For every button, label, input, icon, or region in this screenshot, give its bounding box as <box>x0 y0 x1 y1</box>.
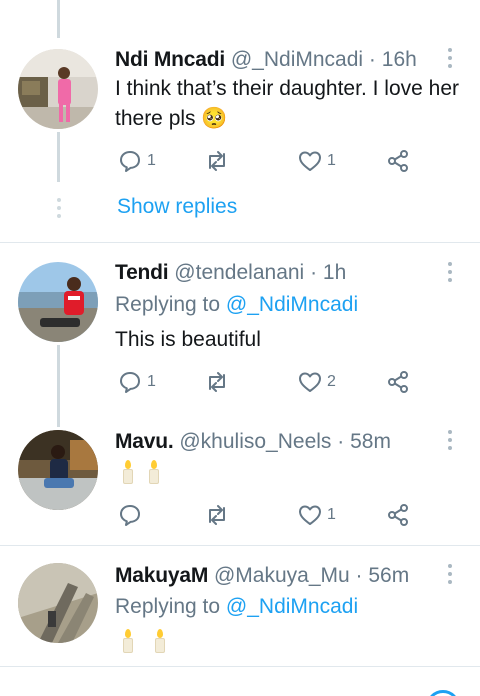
separator: · <box>355 564 363 587</box>
tweet-text: This is beautiful <box>115 328 261 351</box>
tweet-header: Ndi Mncadi @_NdiMncadi · 16h <box>115 47 417 73</box>
retweet-button[interactable] <box>205 502 234 528</box>
user-handle[interactable]: @khuliso_Neels <box>179 430 331 453</box>
tweet-text: I think that’s their daughter. I love he… <box>115 77 459 130</box>
candle-emoji <box>154 629 166 653</box>
like-icon <box>299 372 321 392</box>
display-name[interactable]: Mavu. <box>115 430 174 453</box>
share-button[interactable] <box>386 502 410 528</box>
retweet-icon <box>209 372 225 392</box>
like-icon <box>299 151 321 171</box>
thread-line <box>57 0 60 38</box>
candle-emoji <box>122 460 134 484</box>
avatar-image <box>18 563 98 643</box>
like-count: 1 <box>327 152 336 169</box>
timestamp[interactable]: 1h <box>323 261 346 284</box>
retweet-icon <box>209 151 225 171</box>
mention-link[interactable]: @_NdiMncadi <box>226 293 358 316</box>
candle-emoji <box>148 460 160 484</box>
avatar-image <box>18 49 98 129</box>
share-icon <box>388 150 408 172</box>
like-button[interactable]: 2 <box>298 369 336 395</box>
user-handle[interactable]: @Makuya_Mu <box>214 564 350 587</box>
reply-icon <box>120 151 140 172</box>
avatar[interactable] <box>18 430 98 510</box>
reply-count: 1 <box>147 152 156 169</box>
compose-button-partial[interactable] <box>426 690 460 696</box>
display-name[interactable]: Tendi <box>115 261 169 284</box>
replying-prefix: Replying to <box>115 595 221 618</box>
reply-button[interactable] <box>118 502 147 528</box>
display-name[interactable]: MakuyaM <box>115 564 208 587</box>
timestamp[interactable]: 56m <box>368 564 409 587</box>
tweet-header: Mavu. @khuliso_Neels · 58m <box>115 429 391 455</box>
replying-prefix: Replying to <box>115 293 221 316</box>
candle-emoji <box>122 629 134 653</box>
share-icon <box>388 504 408 526</box>
reply-icon <box>120 372 140 393</box>
separator: · <box>337 430 345 453</box>
more-icon[interactable] <box>446 564 454 586</box>
reply-icon <box>120 505 140 526</box>
share-button[interactable] <box>386 369 410 395</box>
reply-count: 1 <box>147 373 156 390</box>
timestamp[interactable]: 16h <box>382 48 417 71</box>
like-button[interactable]: 1 <box>298 148 336 174</box>
divider <box>0 545 480 546</box>
user-handle[interactable]: @_NdiMncadi <box>231 48 363 71</box>
retweet-icon <box>209 505 225 525</box>
separator: · <box>310 261 318 284</box>
more-icon[interactable] <box>446 48 454 70</box>
tweet-text <box>122 460 174 489</box>
mention-link[interactable]: @_NdiMncadi <box>226 595 358 618</box>
show-replies-link[interactable]: Show replies <box>117 195 237 219</box>
tweet-header: MakuyaM @Makuya_Mu · 56m <box>115 563 409 589</box>
like-icon <box>299 505 321 525</box>
like-count: 2 <box>327 373 336 390</box>
replying-to: Replying to @_NdiMncadi <box>115 292 358 318</box>
thread-ellipsis <box>55 198 63 222</box>
share-button[interactable] <box>386 148 410 174</box>
more-icon[interactable] <box>446 262 454 284</box>
avatar-image <box>18 430 98 510</box>
like-button[interactable]: 1 <box>298 502 336 528</box>
partial-icons <box>115 0 435 10</box>
retweet-button[interactable] <box>205 369 234 395</box>
avatar-image <box>18 262 98 342</box>
avatar[interactable] <box>18 563 98 643</box>
divider <box>0 242 480 243</box>
separator: · <box>368 48 376 71</box>
like-count: 1 <box>327 506 336 523</box>
avatar[interactable] <box>18 262 98 342</box>
more-icon[interactable] <box>446 430 454 452</box>
reply-button[interactable]: 1 <box>118 369 156 395</box>
reply-button[interactable]: 1 <box>118 148 156 174</box>
display-name[interactable]: Ndi Mncadi <box>115 48 225 71</box>
replying-to: Replying to @_NdiMncadi <box>115 594 358 620</box>
thread-line <box>57 345 60 427</box>
thread-line <box>57 132 60 182</box>
share-icon <box>388 371 408 393</box>
retweet-button[interactable] <box>205 148 234 174</box>
previous-tweet-actions-partial <box>115 0 435 10</box>
tweet-text <box>122 629 180 658</box>
avatar[interactable] <box>18 49 98 129</box>
tweet-header: Tendi @tendelanani · 1h <box>115 260 346 286</box>
divider <box>0 666 480 667</box>
user-handle[interactable]: @tendelanani <box>174 261 304 284</box>
timestamp[interactable]: 58m <box>350 430 391 453</box>
